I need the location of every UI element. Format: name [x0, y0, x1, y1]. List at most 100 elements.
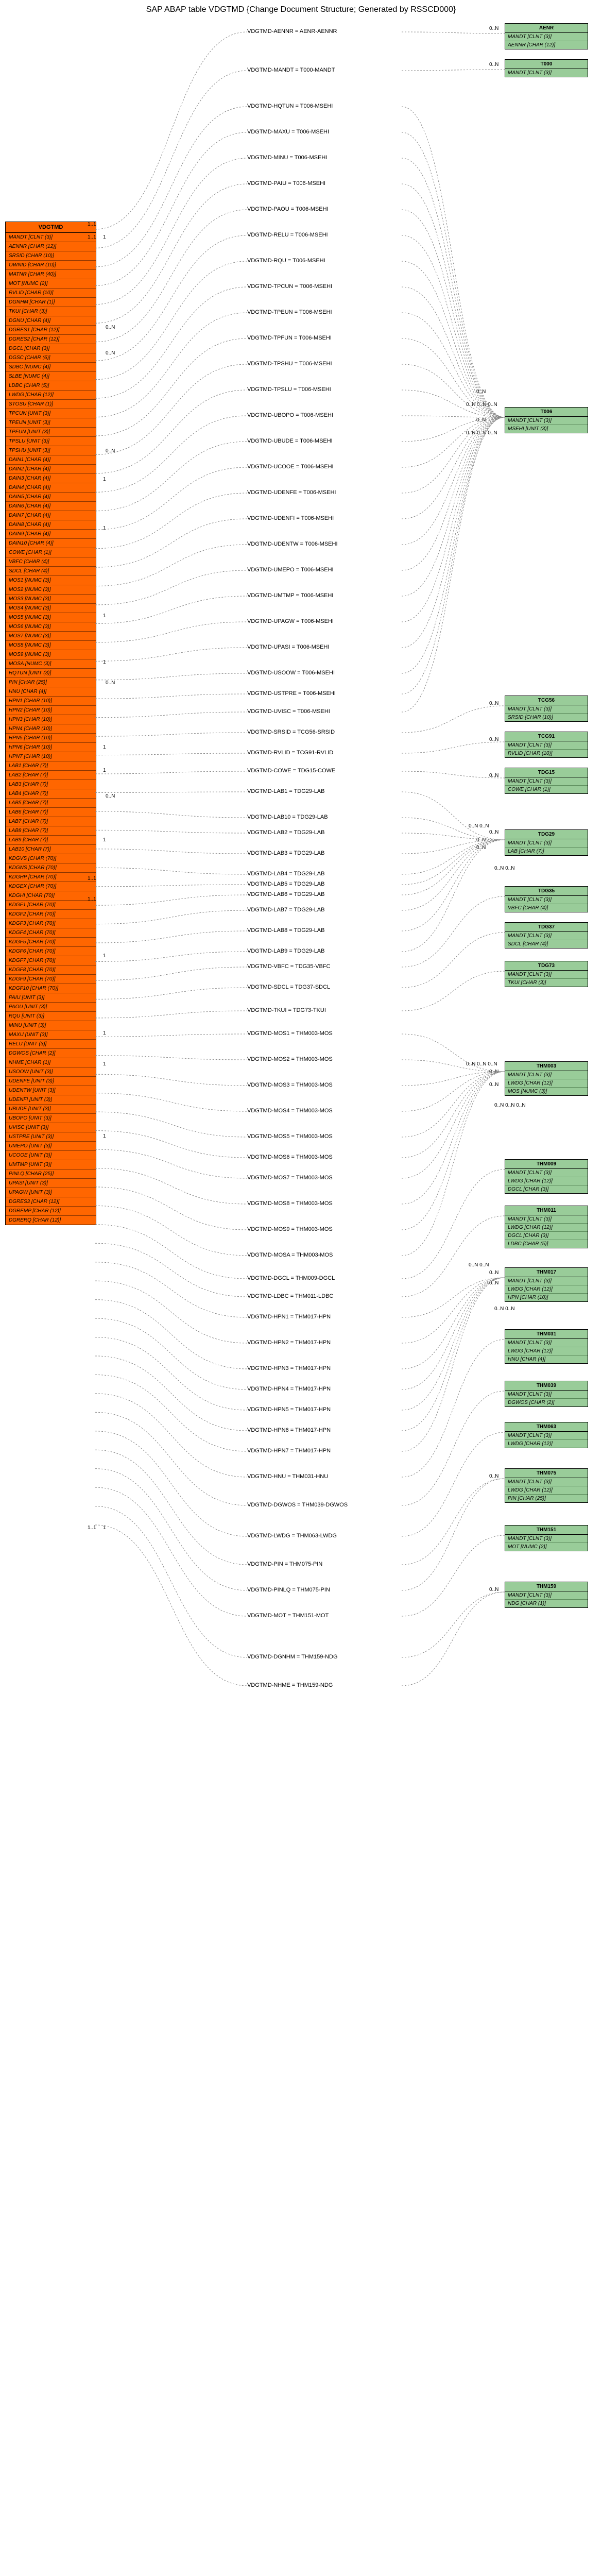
ref-table-field: LWDG [CHAR (12)] — [505, 1224, 588, 1232]
ref-table-header: THM011 — [505, 1206, 588, 1215]
main-table-field: DGCL [CHAR (3)] — [6, 344, 96, 353]
cardinality-label: 1 — [103, 1133, 106, 1139]
link-label: VDGTMD-UBUDE = T006-MSEHI — [247, 438, 333, 444]
main-table-field: KDGF5 [CHAR (70)] — [6, 938, 96, 947]
main-table-field: TPFUN [UNIT (3)] — [6, 428, 96, 437]
main-table-field: UMTMP [UNIT (3)] — [6, 1160, 96, 1170]
main-table-field: DGRES2 [CHAR (12)] — [6, 335, 96, 344]
ref-table-field: COWE [CHAR (1)] — [505, 786, 588, 793]
cardinality-label: 0..N — [489, 62, 498, 67]
cardinality-label: 0..N — [106, 680, 115, 686]
link-label: VDGTMD-RQU = T006-MSEHI — [247, 258, 325, 264]
ref-table-header: THM063 — [505, 1422, 588, 1432]
ref-table-tcg56: TCG56MANDT [CLNT (3)]SRSID [CHAR (10)] — [505, 696, 588, 722]
main-table-field: UPAGW [UNIT (3)] — [6, 1188, 96, 1197]
ref-table-tdg29: TDG29MANDT [CLNT (3)]LAB [CHAR (7)] — [505, 829, 588, 856]
main-table-field: LAB4 [CHAR (7)] — [6, 789, 96, 799]
link-label: VDGTMD-RELU = T006-MSEHI — [247, 232, 328, 238]
ref-table-field: MANDT [CLNT (3)] — [505, 705, 588, 714]
link-label: VDGTMD-MOS4 = THM003-MOS — [247, 1108, 333, 1114]
link-label: VDGTMD-PAIU = T006-MSEHI — [247, 180, 325, 187]
ref-table-tdg35: TDG35MANDT [CLNT (3)]VBFC [CHAR (4)] — [505, 886, 588, 912]
main-table-field: HPN6 [CHAR (10)] — [6, 743, 96, 752]
cardinality-label: 0..N — [106, 793, 115, 799]
ref-table-field: MANDT [CLNT (3)] — [505, 69, 588, 77]
link-label: VDGTMD-COWE = TDG15-COWE — [247, 768, 335, 774]
link-label: VDGTMD-PIN = THM075-PIN — [247, 1561, 322, 1567]
ref-table-field: MANDT [CLNT (3)] — [505, 1071, 588, 1079]
ref-table-field: MANDT [CLNT (3)] — [505, 1215, 588, 1224]
ref-table-field: MANDT [CLNT (3)] — [505, 839, 588, 848]
link-label: VDGTMD-TPFUN = T006-MSEHI — [247, 335, 332, 341]
main-table-field: PAIU [UNIT (3)] — [6, 993, 96, 1003]
cardinality-label: 0..N 0..N — [494, 1306, 514, 1312]
main-table-field: UDENFI [UNIT (3)] — [6, 1095, 96, 1105]
link-label: VDGTMD-HNU = THM031-HNU — [247, 1473, 328, 1480]
ref-table-aenr: AENRMANDT [CLNT (3)]AENNR [CHAR (12)] — [505, 23, 588, 49]
cardinality-label: 0..N — [476, 389, 486, 395]
main-table-field: KDGF9 [CHAR (70)] — [6, 975, 96, 984]
ref-table-field: MANDT [CLNT (3)] — [505, 1432, 588, 1440]
link-label: VDGTMD-MOS5 = THM003-MOS — [247, 1133, 333, 1140]
cardinality-label: 1 — [103, 768, 106, 773]
ref-table-field: RVLID [CHAR (10)] — [505, 750, 588, 757]
link-label: VDGTMD-UPAGW = T006-MSEHI — [247, 618, 334, 624]
link-label: VDGTMD-UDENFE = T006-MSEHI — [247, 489, 336, 496]
main-table-field: MAXU [UNIT (3)] — [6, 1030, 96, 1040]
link-label: VDGTMD-HPN1 = THM017-HPN — [247, 1314, 331, 1320]
ref-table-field: MOT [NUMC (2)] — [505, 1543, 588, 1551]
cardinality-label: 0..N 0..N — [469, 823, 489, 829]
main-table-field: MINU [UNIT (3)] — [6, 1021, 96, 1030]
link-label: VDGTMD-USTPRE = T006-MSEHI — [247, 690, 336, 697]
link-label: VDGTMD-LAB2 = TDG29-LAB — [247, 829, 324, 836]
ref-table-field: LDBC [CHAR (5)] — [505, 1240, 588, 1248]
cardinality-label: 0..N 0..N 0..N — [466, 430, 497, 436]
link-label: VDGTMD-TPCUN = T006-MSEHI — [247, 283, 332, 290]
link-label: VDGTMD-SDCL = TDG37-SDCL — [247, 984, 330, 990]
main-table-field: KDGF2 [CHAR (70)] — [6, 910, 96, 919]
main-table-field: SDBC [NUMC (4)] — [6, 363, 96, 372]
main-table-field: SDCL [CHAR (4)] — [6, 567, 96, 576]
cardinality-label: 0..N — [489, 1473, 498, 1479]
main-table-field: KDGF7 [CHAR (70)] — [6, 956, 96, 965]
ref-table-field: HNU [CHAR (4)] — [505, 1355, 588, 1363]
main-table-field: MOS4 [NUMC (3)] — [6, 604, 96, 613]
main-table-field: USOOW [UNIT (3)] — [6, 1067, 96, 1077]
ref-table-field: SRSID [CHAR (10)] — [505, 714, 588, 721]
ref-table-thm031: THM031MANDT [CLNT (3)]LWDG [CHAR (12)]HN… — [505, 1329, 588, 1364]
link-label: VDGTMD-MOT = THM151-MOT — [247, 1613, 329, 1619]
link-label: VDGTMD-TPEUN = T006-MSEHI — [247, 309, 332, 315]
main-table-field: TPEUN [UNIT (3)] — [6, 418, 96, 428]
main-table-field: KDGHI [CHAR (70)] — [6, 891, 96, 901]
main-table-field: AENNR [CHAR (12)] — [6, 242, 96, 251]
ref-table-thm003: THM003MANDT [CLNT (3)]LWDG [CHAR (12)]MO… — [505, 1061, 588, 1096]
link-label: VDGTMD-SRSID = TCG56-SRSID — [247, 729, 335, 735]
main-table-field: RQU [UNIT (3)] — [6, 1012, 96, 1021]
link-label: VDGTMD-UMEPO = T006-MSEHI — [247, 567, 334, 573]
ref-table-header: TCG91 — [505, 732, 588, 741]
link-label: VDGTMD-LAB3 = TDG29-LAB — [247, 850, 324, 856]
main-table-header: VDGTMD — [6, 222, 96, 233]
link-label: VDGTMD-TPSLU = T006-MSEHI — [247, 386, 331, 393]
ref-table-header: TCG56 — [505, 696, 588, 705]
main-table-field: UVISC [UNIT (3)] — [6, 1123, 96, 1132]
cardinality-label: 0..N 0..N — [494, 866, 514, 871]
ref-table-thm159: THM159MANDT [CLNT (3)]NDG [CHAR (1)] — [505, 1582, 588, 1608]
cardinality-label: 1 — [103, 234, 106, 240]
ref-table-field: PIN [CHAR (25)] — [505, 1495, 588, 1502]
cardinality-label: 1 — [103, 953, 106, 959]
main-table-field: LAB1 [CHAR (7)] — [6, 761, 96, 771]
main-table-field: SLBE [NUMC (4)] — [6, 372, 96, 381]
main-table-field: MOS3 [NUMC (3)] — [6, 595, 96, 604]
main-table-field: RVLID [CHAR (10)] — [6, 289, 96, 298]
ref-table-header: AENR — [505, 24, 588, 33]
cardinality-label: 1..1 — [88, 896, 96, 902]
ref-table-field: LWDG [CHAR (12)] — [505, 1440, 588, 1448]
ref-table-field: LWDG [CHAR (12)] — [505, 1285, 588, 1294]
main-table-field: HPN5 [CHAR (10)] — [6, 734, 96, 743]
ref-table-header: THM151 — [505, 1526, 588, 1535]
ref-table-field: MANDT [CLNT (3)] — [505, 1391, 588, 1399]
main-table-field: DAIN2 [CHAR (4)] — [6, 465, 96, 474]
link-label: VDGTMD-UMTMP = T006-MSEHI — [247, 592, 333, 599]
main-table-field: LWDG [CHAR (12)] — [6, 391, 96, 400]
